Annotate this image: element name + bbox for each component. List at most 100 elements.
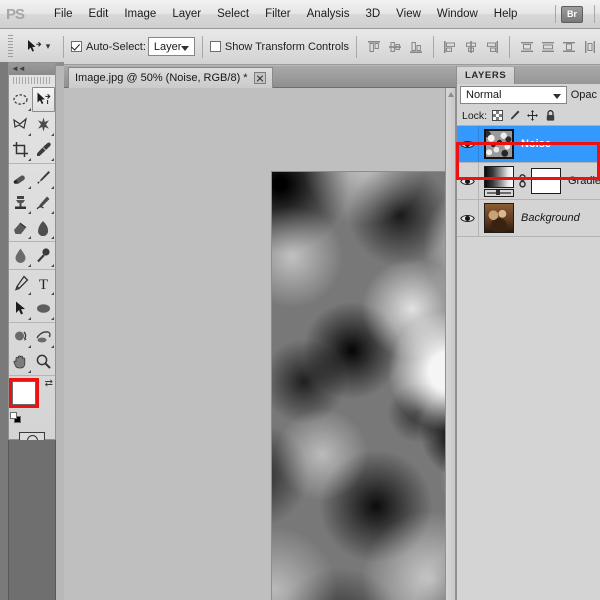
tool-flyout-corner	[28, 370, 31, 373]
options-divider-3	[355, 35, 357, 58]
scroll-up-arrow-icon[interactable]	[448, 92, 454, 97]
menu-select[interactable]: Select	[209, 5, 257, 23]
magic-wand-icon	[38, 117, 49, 132]
close-icon[interactable]	[253, 72, 266, 84]
align-left-edges-icon[interactable]	[440, 37, 460, 57]
tool-crop[interactable]	[9, 137, 32, 162]
tool-flyout-corner	[51, 133, 54, 136]
options-divider-1	[63, 35, 64, 58]
tool-flyout-corner	[28, 133, 31, 136]
align-horizontal-centers-icon[interactable]	[461, 37, 481, 57]
tool-preset-caret-icon[interactable]: ▾	[46, 41, 51, 52]
tools-group-retouch	[9, 164, 55, 242]
layer-name-background[interactable]: Background	[521, 212, 580, 224]
distribute-bottom-edges-icon[interactable]	[559, 37, 579, 57]
tab-layers[interactable]: LAYERS	[457, 67, 516, 84]
align-top-edges-icon[interactable]	[364, 37, 384, 57]
show-transform-controls-checkbox[interactable]	[209, 41, 221, 52]
distribute-top-edges-icon[interactable]	[517, 37, 537, 57]
layer-mask-thumbnail[interactable]	[531, 168, 561, 194]
canvas-vertical-scrollbar[interactable]	[445, 88, 456, 600]
tool-3d-orbit[interactable]	[32, 324, 55, 349]
history-brush-icon	[36, 196, 50, 210]
tool-magic-wand[interactable]	[32, 112, 55, 137]
layers-panel: LAYERS Normal Opac Lock: Noise Gradie Ba…	[456, 66, 600, 600]
tool-dodge[interactable]	[32, 243, 55, 268]
menu-file[interactable]: File	[46, 5, 81, 23]
slider-knob[interactable]	[496, 190, 500, 195]
lock-transparent-pixels-icon[interactable]	[492, 110, 504, 121]
tool-type[interactable]: T	[32, 271, 55, 296]
default-colors-icon[interactable]	[10, 412, 21, 423]
layer-visibility-toggle[interactable]	[457, 163, 479, 199]
menu-3d[interactable]: 3D	[357, 5, 388, 23]
layer-thumbnail-background[interactable]	[484, 203, 514, 233]
layer-visibility-toggle[interactable]	[457, 126, 479, 162]
align-vertical-centers-icon[interactable]	[385, 37, 405, 57]
layer-thumbnail-gradient[interactable]	[484, 165, 514, 188]
layer-thumbnail-noise[interactable]	[484, 129, 514, 159]
tool-hand[interactable]	[9, 349, 32, 374]
tool-history-brush[interactable]	[32, 190, 55, 215]
tool-lasso[interactable]	[9, 112, 32, 137]
tool-blur[interactable]	[9, 243, 32, 268]
layer-visibility-toggle[interactable]	[457, 200, 479, 236]
lock-image-pixels-icon[interactable]	[508, 109, 521, 122]
path-arrow-icon	[16, 301, 25, 315]
distribute-left-edges-icon[interactable]	[580, 37, 600, 57]
auto-select-checkbox[interactable]	[71, 41, 82, 52]
layer-name-gradient[interactable]: Gradie	[568, 175, 600, 187]
tool-pen[interactable]	[9, 271, 32, 296]
swap-colors-icon[interactable]: ⇄	[45, 378, 53, 389]
launch-bridge-button[interactable]: Br	[561, 5, 583, 23]
double-chevron-left-icon[interactable]: ◄◄	[11, 65, 26, 73]
menu-help[interactable]: Help	[486, 5, 526, 23]
document-tab[interactable]: Image.jpg @ 50% (Noise, RGB/8) *	[68, 67, 273, 88]
layer-row-noise[interactable]: Noise	[457, 126, 600, 163]
align-right-edges-icon[interactable]	[482, 37, 502, 57]
current-tool-preview[interactable]: ▾	[19, 38, 57, 56]
menu-filter[interactable]: Filter	[257, 5, 299, 23]
link-icon[interactable]	[517, 174, 528, 188]
tool-brush[interactable]	[32, 165, 55, 190]
rectangular-marquee-icon	[13, 94, 28, 105]
gradient-icon	[38, 221, 49, 236]
canvas-workspace[interactable]	[64, 88, 445, 600]
menu-analysis[interactable]: Analysis	[299, 5, 358, 23]
auto-select-dropdown[interactable]: Layer	[147, 37, 196, 56]
tool-flyout-corner	[28, 345, 31, 348]
tool-eraser[interactable]	[9, 215, 32, 240]
menu-view[interactable]: View	[388, 5, 429, 23]
tool-healing-brush[interactable]	[9, 165, 32, 190]
menu-layer[interactable]: Layer	[164, 5, 209, 23]
tool-clone-stamp[interactable]	[9, 190, 32, 215]
menu-image[interactable]: Image	[116, 5, 164, 23]
options-bar-grip[interactable]	[8, 34, 13, 59]
lock-all-icon[interactable]	[544, 109, 557, 122]
tool-move[interactable]	[32, 87, 55, 112]
distribute-vertical-centers-icon[interactable]	[538, 37, 558, 57]
tool-flyout-corner	[51, 158, 54, 161]
tool-3d-rotate[interactable]	[9, 324, 32, 349]
move-icon	[37, 92, 51, 104]
tool-gradient[interactable]	[32, 215, 55, 240]
layer-row-background[interactable]: Background	[457, 200, 600, 237]
tool-flyout-corner	[28, 317, 31, 320]
tool-eyedropper[interactable]	[32, 137, 55, 162]
tools-panel-header[interactable]: ◄◄	[9, 63, 55, 75]
gradient-position-slider[interactable]	[484, 188, 514, 197]
align-bottom-edges-icon[interactable]	[406, 37, 426, 57]
auto-select-value: Layer	[153, 40, 182, 53]
layer-name-noise[interactable]: Noise	[521, 138, 551, 150]
menu-window[interactable]: Window	[429, 5, 486, 23]
tool-ellipse-shape[interactable]	[32, 296, 55, 321]
tool-marquee[interactable]	[9, 87, 32, 112]
tool-path-selection[interactable]	[9, 296, 32, 321]
menu-edit[interactable]: Edit	[81, 5, 117, 23]
gradient-thumbnail-cell	[479, 165, 514, 197]
tool-zoom[interactable]	[32, 349, 55, 374]
blend-mode-dropdown[interactable]: Normal	[460, 86, 567, 104]
document-canvas[interactable]	[272, 172, 445, 600]
lock-position-icon[interactable]	[526, 109, 539, 122]
layer-row-gradient[interactable]: Gradie	[457, 163, 600, 200]
